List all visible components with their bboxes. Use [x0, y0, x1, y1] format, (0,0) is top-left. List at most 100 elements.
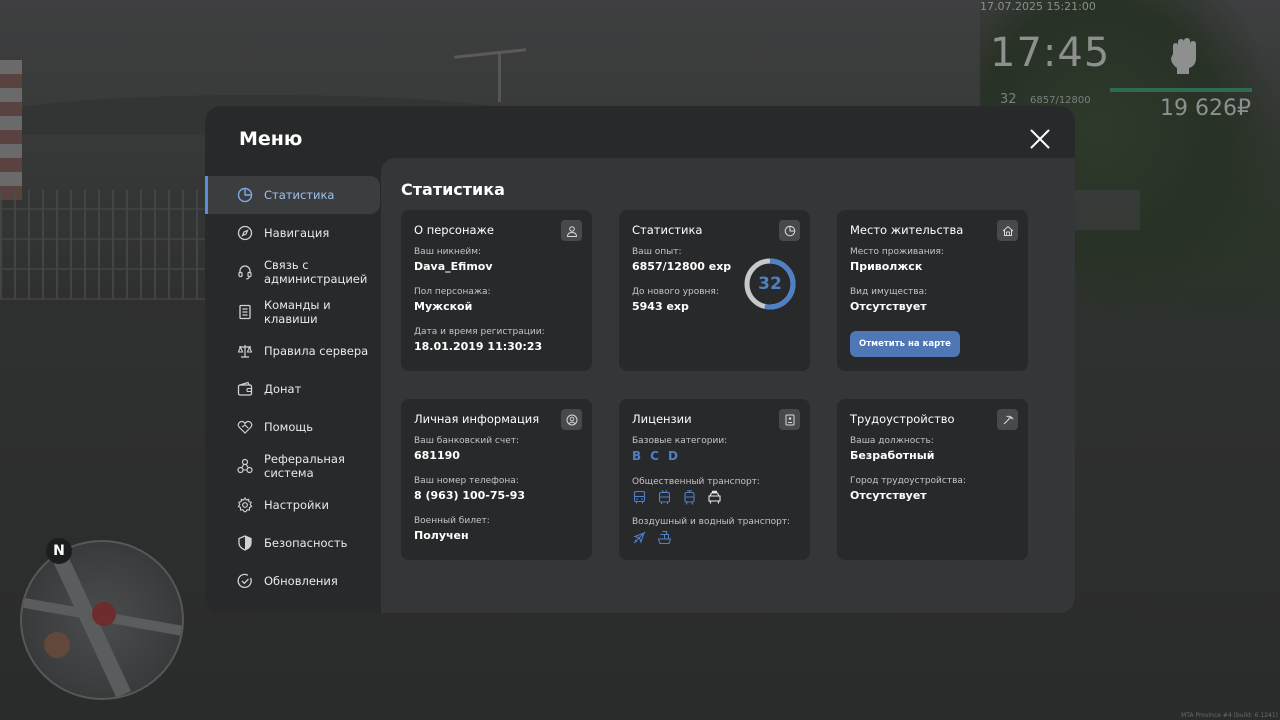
sidebar-item-rules[interactable]: Правила сервера [205, 332, 380, 370]
sidebar-item-label: Безопасность [264, 536, 348, 550]
residence-value: Приволжск [850, 260, 923, 273]
taxi-icon [708, 490, 721, 504]
category-d: D [667, 449, 678, 463]
minimap-circle [20, 540, 184, 700]
hud-datetime: 17.07.2025 15:21:00 [980, 0, 1096, 13]
sidebar-item-label: Связь с администрацией [264, 258, 368, 286]
military-id-value: Получен [414, 529, 469, 542]
sidebar-item-updates[interactable]: Обновления [205, 562, 380, 600]
hud-health-bar [1110, 88, 1252, 92]
bank-account-label: Ваш банковский счет: [414, 436, 520, 446]
user-icon [561, 220, 582, 241]
air-water-transport-label: Воздушный и водный транспорт: [632, 517, 791, 527]
sidebar-item-help[interactable]: Помощь [205, 408, 380, 446]
card-title: Место жительства [850, 223, 964, 237]
hud-exp: 6857/12800 [1030, 95, 1091, 106]
sidebar-item-referral[interactable]: Реферальная система [205, 446, 380, 486]
hud-money: 19 626₽ [1160, 96, 1251, 121]
position-value: Безработный [850, 449, 935, 462]
property-value: Отсутствует [850, 300, 927, 313]
minimap-player-marker [92, 602, 116, 626]
scales-icon [237, 345, 253, 358]
employment-card: Трудоустройство Ваша должность: Безработ… [837, 399, 1028, 560]
minimap[interactable]: N [20, 538, 184, 700]
headset-icon [238, 265, 252, 280]
sidebar-item-label: Реферальная система [264, 452, 345, 480]
referral-nodes-icon [237, 458, 253, 474]
sidebar-item-label: Донат [264, 382, 302, 396]
gender-label: Пол персонажа: [414, 287, 491, 297]
public-transport-icons [632, 490, 797, 505]
air-water-transport-icons [632, 530, 797, 545]
licenses-card: Лицензии Базовые категории: B C D Общест… [619, 399, 810, 560]
sidebar-item-label: Навигация [264, 226, 330, 240]
sidebar-item-donate[interactable]: Донат [205, 370, 380, 408]
pie-chart-icon [237, 187, 253, 203]
card-title: О персонаже [414, 223, 494, 237]
sidebar-item-security[interactable]: Безопасность [205, 524, 380, 562]
background-street-lamp [498, 52, 501, 102]
hud-build-info: MTA Province #4 (build: 6.1241) [1181, 712, 1278, 719]
nickname-value: Dava_Efimov [414, 260, 493, 273]
id-card-icon [779, 409, 800, 430]
personal-info-card: Личная информация Ваш банковский счет: 6… [401, 399, 592, 560]
character-card: О персонаже Ваш никнейм: Dava_Efimov Пол… [401, 210, 592, 371]
sidebar: Статистика Навигация Связь с администрац… [205, 176, 380, 600]
license-categories: B C D [632, 449, 797, 463]
sidebar-item-settings[interactable]: Настройки [205, 486, 380, 524]
mark-on-map-button[interactable]: Отметить на карте [850, 331, 960, 357]
experience-card: Статистика Ваш опыт: 6857/12800 exp До н… [619, 210, 810, 371]
home-icon [997, 220, 1018, 241]
sidebar-item-label: Команды и клавиши [264, 298, 331, 326]
minimap-shop-icon [44, 632, 70, 658]
background-fence [0, 190, 210, 300]
minimap-north-icon: N [46, 538, 72, 564]
registration-value: 18.01.2019 11:30:23 [414, 340, 543, 353]
fist-weapon-icon [1171, 38, 1196, 74]
residence-label: Место проживания: [850, 247, 944, 257]
wallet-icon [237, 381, 253, 396]
level-value: 32 [758, 274, 782, 294]
card-title: Статистика [632, 223, 703, 237]
background-tower [0, 60, 22, 200]
gender-value: Мужской [414, 300, 473, 313]
basic-categories-label: Базовые категории: [632, 436, 728, 446]
tram-icon [684, 490, 695, 505]
sidebar-item-label: Помощь [264, 420, 314, 434]
sidebar-item-label: Правила сервера [264, 344, 369, 358]
hud-clock: 17:45 [990, 30, 1111, 76]
check-circle-icon [237, 573, 252, 588]
document-list-icon [239, 304, 251, 320]
military-id-label: Военный билет: [414, 516, 490, 526]
close-button[interactable] [1027, 126, 1053, 152]
sidebar-item-admin-contact[interactable]: Связь с администрацией [205, 252, 380, 292]
hud-level: 32 [1000, 92, 1017, 107]
card-title: Трудоустройство [850, 412, 955, 426]
category-c: C [650, 449, 659, 463]
page-title: Статистика [401, 180, 505, 199]
handshake-heart-icon [237, 420, 253, 434]
phone-label: Ваш номер телефона: [414, 476, 519, 486]
clock-chart-icon [779, 220, 800, 241]
sidebar-item-commands[interactable]: Команды и клавиши [205, 292, 380, 332]
menu-window: Меню Статистика Навигация Связь с админи… [205, 106, 1075, 613]
sidebar-item-navigation[interactable]: Навигация [205, 214, 380, 252]
statistics-content: Статистика О персонаже Ваш никнейм: Dava… [381, 158, 1075, 613]
gear-icon [237, 497, 253, 513]
nickname-label: Ваш никнейм: [414, 247, 482, 257]
card-title: Лицензии [632, 412, 692, 426]
shield-icon [238, 535, 252, 551]
employment-city-value: Отсутствует [850, 489, 927, 502]
pickaxe-icon [997, 409, 1018, 430]
bus-icon [633, 490, 646, 504]
employment-city-label: Город трудоустройства: [850, 476, 966, 486]
ship-icon [657, 530, 672, 545]
property-label: Вид имущества: [850, 287, 928, 297]
compass-icon [237, 225, 253, 241]
menu-title: Меню [239, 128, 303, 150]
phone-value: 8 (963) 100-75-93 [414, 489, 526, 502]
trolleybus-icon [658, 490, 671, 504]
sidebar-item-statistics[interactable]: Статистика [205, 176, 380, 214]
card-title: Личная информация [414, 412, 540, 426]
sidebar-item-label: Статистика [264, 188, 335, 202]
